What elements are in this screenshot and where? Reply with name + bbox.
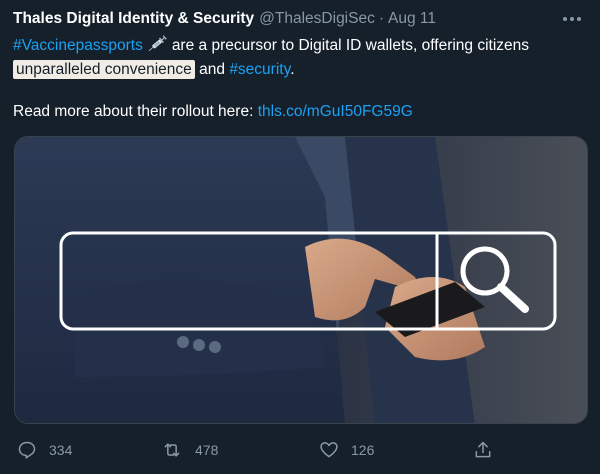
author-handle[interactable]: @ThalesDigiSec	[259, 10, 375, 28]
share-button[interactable]	[473, 436, 505, 464]
share-icon	[475, 441, 491, 458]
readmore-line: Read more about their rollout here: thls…	[13, 100, 587, 124]
author-name[interactable]: Thales Digital Identity & Security	[13, 10, 254, 28]
reply-button[interactable]: 334	[17, 436, 72, 464]
tweet-url-link[interactable]: thls.co/mGuI50FG59G	[258, 103, 413, 120]
retweet-count: 478	[195, 442, 219, 458]
more-dots-icon[interactable]	[557, 8, 587, 30]
retweet-button[interactable]: 478	[161, 436, 218, 464]
tweet-text-line1: #Vaccinepassports are a precursor to Dig…	[13, 34, 587, 58]
tweet-card[interactable]: Thales Digital Identity & Security @Thal…	[0, 0, 600, 474]
readmore-text: Read more about their rollout here:	[13, 103, 254, 120]
tweet-media-image[interactable]	[14, 136, 588, 424]
like-button[interactable]: 126	[319, 436, 374, 464]
tweet-text-line2: unparalleled convenience and #security.	[13, 58, 587, 82]
text-part1: are a precursor to Digital ID wallets, o…	[171, 37, 530, 54]
retweet-icon	[164, 443, 180, 457]
tweet-date[interactable]: Aug 11	[388, 10, 436, 28]
text-part2: and	[199, 61, 225, 78]
tweet-header: Thales Digital Identity & Security @Thal…	[13, 8, 587, 30]
heart-icon	[320, 442, 338, 458]
separator-dot: ·	[378, 10, 385, 27]
tweet-text: #Vaccinepassports are a precursor to Dig…	[13, 34, 587, 124]
syringe-icon	[146, 35, 168, 53]
hashtag-security[interactable]: #security	[229, 61, 290, 78]
tweet-actions: 334 478 126	[13, 436, 587, 464]
hashtag-vaccinepassports[interactable]: #Vaccinepassports	[13, 37, 143, 54]
text-part3: .	[290, 61, 295, 78]
reply-count: 334	[49, 442, 73, 458]
like-count: 126	[351, 442, 375, 458]
highlighted-text: unparalleled convenience	[13, 60, 195, 79]
reply-icon	[18, 441, 36, 459]
